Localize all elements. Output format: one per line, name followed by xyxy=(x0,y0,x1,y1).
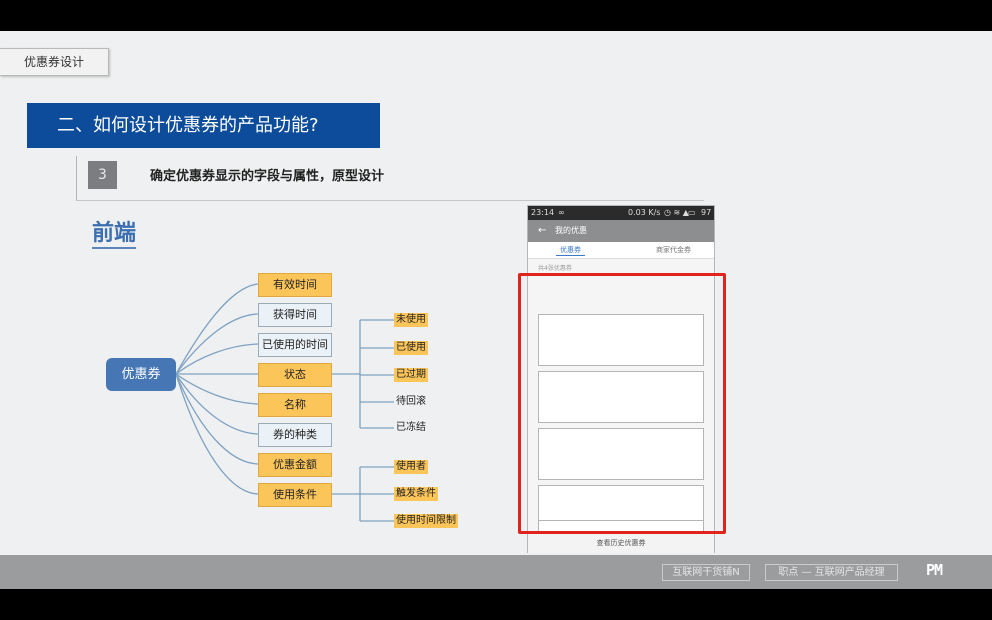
phone-history-link[interactable]: 查看历史优惠券 xyxy=(528,532,714,553)
wifi-signal-icon: ◷ ≋ ▲ xyxy=(664,208,689,217)
condition-leaf-user: 使用者 xyxy=(394,460,428,474)
mindmap-node-type: 券的种类 xyxy=(258,423,332,447)
status-leaf-unused: 未使用 xyxy=(394,313,428,327)
status-leaf-expired: 已过期 xyxy=(394,368,428,382)
bottom-bar: 互联网干货铺N 职点 — 互联网产品经理 PM xyxy=(0,555,992,589)
phone-tabs: 优惠券 商家代金券 xyxy=(528,242,714,259)
infinity-icon: ∞ xyxy=(558,208,565,217)
phone-battery-level: 97 xyxy=(701,208,712,217)
mindmap-node-name: 名称 xyxy=(258,393,332,417)
mindmap-node-valid-time: 有效时间 xyxy=(258,273,332,297)
condition-leaf-trigger: 触发条件 xyxy=(394,487,438,501)
phone-coupon-count: 共4张优惠券 xyxy=(538,265,572,272)
bottom-badge-right: 职点 — 互联网产品经理 xyxy=(765,564,898,581)
phone-title-bar: ← 我的优惠 xyxy=(528,220,714,242)
pm-logo: PM xyxy=(926,561,943,579)
status-bracket xyxy=(331,319,394,429)
phone-status-time: 23:14 xyxy=(531,208,555,217)
bottom-badge-left: 互联网干货铺N xyxy=(662,564,750,581)
back-arrow-icon[interactable]: ← xyxy=(538,220,546,242)
phone-tab-coupon[interactable]: 优惠券 xyxy=(556,245,585,256)
status-leaf-frozen: 已冻结 xyxy=(396,422,426,433)
condition-bracket xyxy=(331,466,394,522)
phone-status-speed: 0.03 K/s xyxy=(628,208,661,217)
status-leaf-used: 已使用 xyxy=(394,341,428,355)
phone-status-bar: 23:14 ∞ 0.03 K/s ◷ ≋ ▲ ▭ 97 xyxy=(528,206,714,220)
mindmap-root: 优惠券 xyxy=(106,358,176,391)
condition-leaf-time-limit: 使用时间限制 xyxy=(394,514,458,528)
mindmap-node-used-time: 已使用的时间 xyxy=(258,333,332,357)
connector-6 xyxy=(175,373,259,435)
mindmap-connectors xyxy=(175,283,394,522)
connector-1 xyxy=(175,283,259,375)
slide: 优惠券设计 二、如何设计优惠券的产品功能? 3 确定优惠券显示的字段与属性，原型… xyxy=(0,31,992,589)
mindmap-node-amount: 优惠金额 xyxy=(258,453,332,477)
phone-tab-voucher[interactable]: 商家代金券 xyxy=(656,245,691,255)
mindmap-node-obtain-time: 获得时间 xyxy=(258,303,332,327)
phone-title: 我的优惠 xyxy=(555,226,587,235)
battery-icon: ▭ xyxy=(688,208,696,217)
status-leaf-pending-rollback: 待回滚 xyxy=(396,396,426,407)
mindmap-node-condition: 使用条件 xyxy=(258,483,332,507)
highlight-box xyxy=(518,273,726,534)
mindmap-node-status: 状态 xyxy=(258,363,332,387)
